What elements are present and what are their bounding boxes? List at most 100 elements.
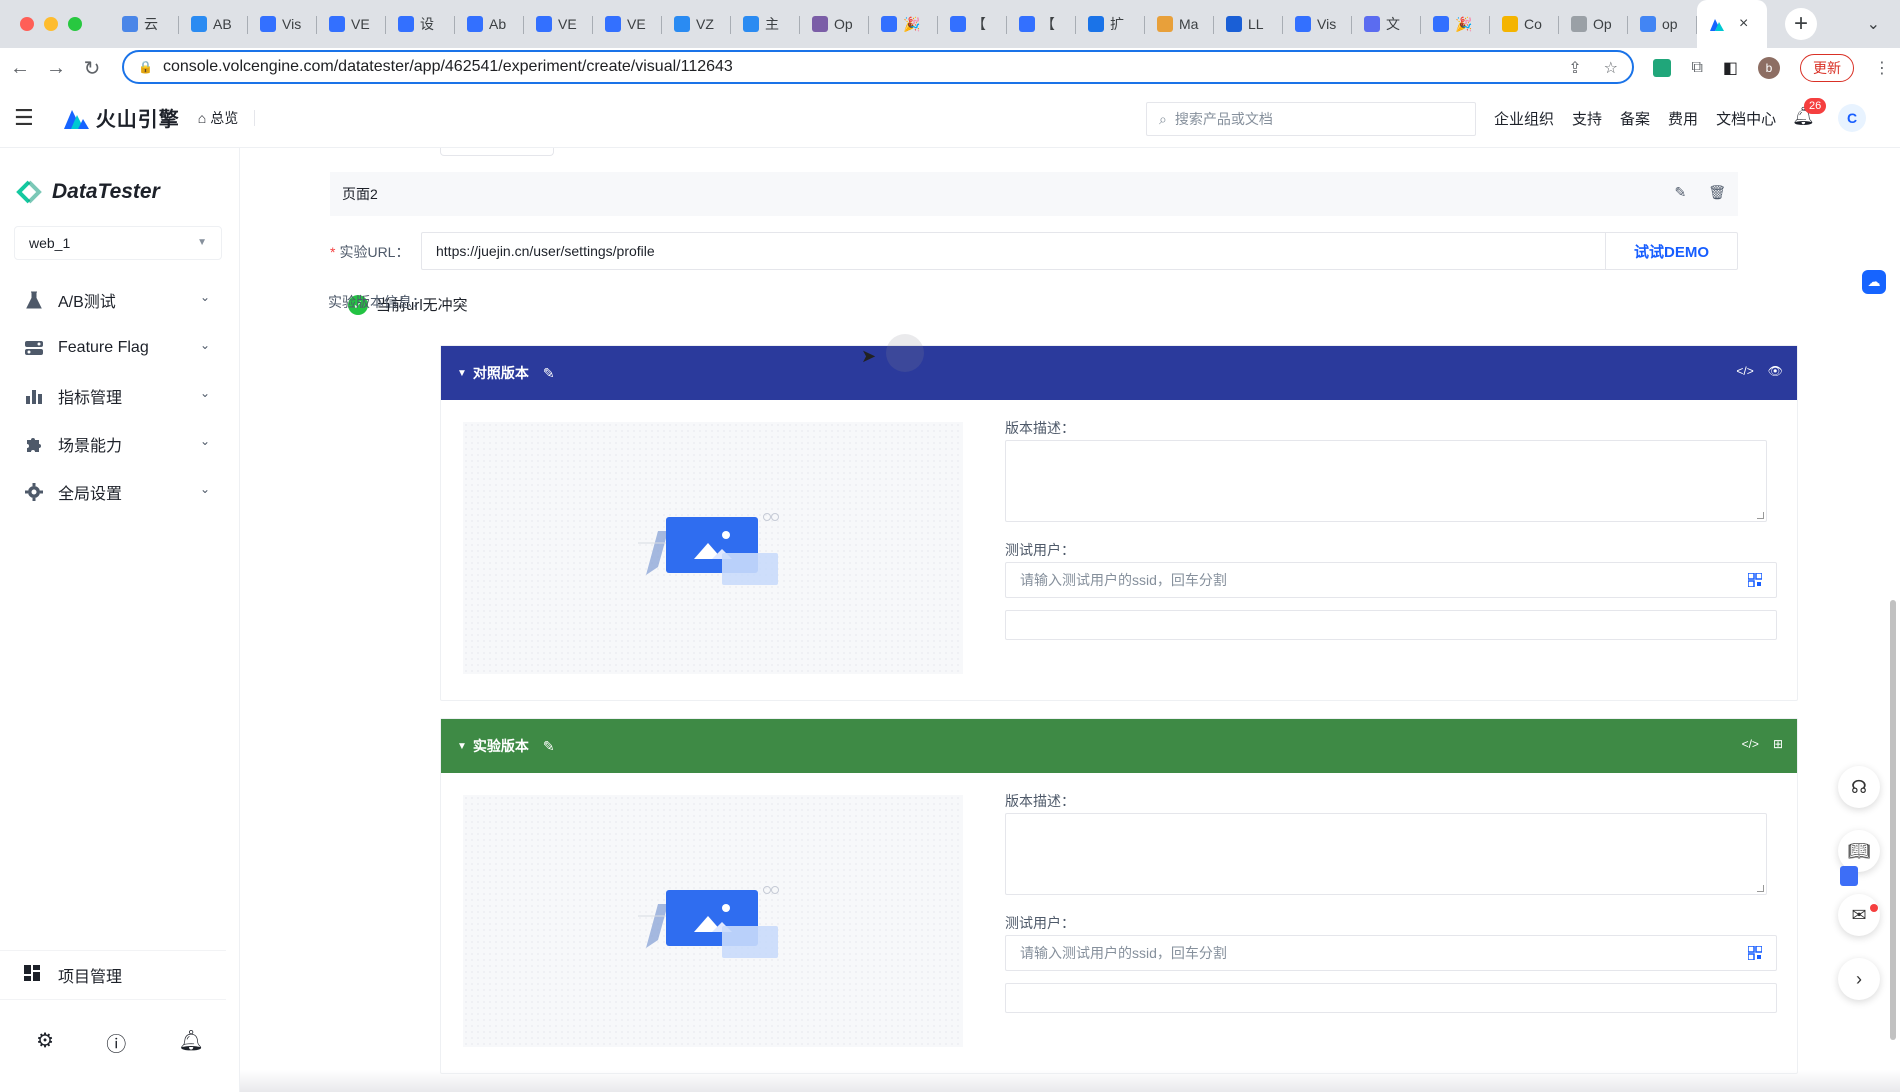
profile-avatar[interactable]: b <box>1758 57 1780 79</box>
browser-tab[interactable]: 云 <box>110 0 179 48</box>
browser-tab[interactable]: Op <box>1559 0 1628 48</box>
version-description-textarea[interactable] <box>1005 440 1767 522</box>
delete-trash-icon[interactable]: 🗑︎ <box>1708 184 1726 201</box>
new-tab-button[interactable]: + <box>1785 8 1817 40</box>
close-window-button[interactable] <box>20 17 34 31</box>
chevron-down-icon[interactable]: ⌄ <box>200 386 210 400</box>
datatester-logo[interactable]: DataTester <box>16 180 160 204</box>
bookmark-star-icon[interactable]: ☆ <box>1604 58 1618 78</box>
browser-tab[interactable]: 主 <box>731 0 800 48</box>
browser-tab[interactable]: 设 <box>386 0 455 48</box>
try-demo-button[interactable]: 试试DEMO <box>1605 233 1737 269</box>
notification-bell-icon[interactable]: 🔔︎ 26 <box>1792 98 1827 127</box>
expand-chevron-icon[interactable]: › <box>1838 958 1880 1000</box>
customer-service-icon[interactable]: ☊ <box>1838 766 1880 808</box>
user-avatar[interactable]: C <box>1838 104 1866 132</box>
minimize-window-button[interactable] <box>44 17 58 31</box>
browser-tab[interactable]: 扩 <box>1076 0 1145 48</box>
volcengine-logo[interactable]: 火山引擎 <box>62 103 180 132</box>
page-scrollbar[interactable] <box>1890 600 1896 1040</box>
tab-favicon-icon <box>1433 16 1449 32</box>
sidebar-item[interactable]: 指标管理 ⌄ <box>0 372 240 420</box>
qr-code-icon[interactable] <box>1748 946 1762 960</box>
sidebar-item[interactable]: A/B测试 ⌄ <box>0 276 240 324</box>
preview-eye-icon[interactable]: 👁︎ <box>1768 364 1783 378</box>
code-icon[interactable]: </> <box>1736 364 1753 378</box>
forward-icon[interactable]: → <box>38 57 74 80</box>
browser-tab[interactable]: 【 <box>1007 0 1076 48</box>
chevron-down-icon[interactable]: ⌄ <box>200 290 210 304</box>
bell-icon[interactable]: 🔔︎ <box>178 1028 203 1057</box>
edit-pencil-icon[interactable]: ✎ <box>1674 184 1686 201</box>
browser-tab[interactable]: Ab <box>455 0 524 48</box>
sidebar-item[interactable]: Feature Flag ⌄ <box>0 324 240 372</box>
sidebar-item[interactable]: 全局设置 ⌄ <box>0 468 240 516</box>
browser-tab[interactable]: Ma <box>1145 0 1214 48</box>
chevron-down-icon[interactable]: ⌄ <box>200 338 210 352</box>
help-icon[interactable]: ⓘ <box>106 1028 126 1057</box>
tab-favicon-icon <box>743 16 759 32</box>
side-panel-icon[interactable]: ◧ <box>1723 58 1738 78</box>
header-link[interactable]: 企业组织 <box>1494 108 1554 129</box>
lock-icon[interactable]: 🔒 <box>138 60 153 74</box>
tab-search-icon[interactable]: ⌄ <box>1867 14 1880 34</box>
hamburger-menu-icon[interactable]: ☰ <box>14 105 34 131</box>
browser-tab[interactable]: 🎉 <box>869 0 938 48</box>
edit-title-icon[interactable]: ✎ <box>543 738 555 755</box>
header-link[interactable]: 费用 <box>1668 108 1698 129</box>
edit-title-icon[interactable]: ✎ <box>543 365 555 382</box>
project-select[interactable]: web_1 ▼ <box>14 226 222 260</box>
header-link[interactable]: 文档中心 <box>1716 108 1776 129</box>
qr-code-icon[interactable]: ⊞ <box>1773 737 1783 751</box>
sidebar-item[interactable]: 场景能力 ⌄ <box>0 420 240 468</box>
reload-icon[interactable]: ↻ <box>74 56 110 81</box>
close-tab-icon[interactable]: × <box>1739 15 1748 33</box>
global-search-input[interactable]: ⌕ 搜索产品或文档 <box>1146 102 1476 136</box>
back-icon[interactable]: ← <box>2 57 38 80</box>
browser-tab[interactable]: Co <box>1490 0 1559 48</box>
update-button[interactable]: 更新 <box>1800 54 1854 82</box>
test-users-input[interactable]: 请输入测试用户的ssid，回车分割 <box>1005 562 1777 598</box>
browser-tab[interactable]: AB <box>179 0 248 48</box>
browser-tab[interactable]: 【 <box>938 0 1007 48</box>
header-link[interactable]: 支持 <box>1572 108 1602 129</box>
extension-icon[interactable] <box>1653 59 1672 77</box>
feedback-icon[interactable]: ✉ <box>1838 894 1880 936</box>
qr-code-icon[interactable] <box>1748 573 1762 587</box>
browser-tab[interactable]: VE <box>317 0 386 48</box>
test-users-tag-area[interactable] <box>1005 983 1777 1013</box>
test-users-tag-area[interactable] <box>1005 610 1777 640</box>
browser-tab[interactable]: op <box>1628 0 1697 48</box>
header-link[interactable]: 备案 <box>1620 108 1650 129</box>
browser-tab[interactable]: 文 <box>1352 0 1421 48</box>
browser-tab[interactable]: Vis <box>248 0 317 48</box>
browser-tab[interactable]: VE <box>524 0 593 48</box>
browser-tab-active[interactable]: × <box>1697 0 1767 48</box>
settings-gear-icon[interactable]: ⚙ <box>36 1028 54 1057</box>
chevron-down-icon[interactable]: ⌄ <box>200 482 210 496</box>
chevron-down-icon[interactable]: ⌄ <box>200 434 210 448</box>
assistant-icon[interactable]: ☁ <box>1862 270 1886 294</box>
version-description-textarea[interactable] <box>1005 813 1767 895</box>
browser-tab[interactable]: 🎉 <box>1421 0 1490 48</box>
browser-tab[interactable]: Op <box>800 0 869 48</box>
collapse-triangle-icon[interactable]: ▼ <box>457 368 467 379</box>
sidebar-item-project-management[interactable]: 项目管理 <box>0 950 226 1000</box>
code-icon[interactable]: </> <box>1742 737 1759 751</box>
variant-header[interactable]: ▼ 实验版本 ✎ </> ⊞ <box>441 719 1797 773</box>
maximize-window-button[interactable] <box>68 17 82 31</box>
browser-menu-icon[interactable]: ⋮ <box>1874 58 1890 78</box>
extensions-puzzle-icon[interactable]: ⧉ <box>1691 59 1702 77</box>
browser-tab[interactable]: VZ <box>662 0 731 48</box>
collapse-triangle-icon[interactable]: ▼ <box>457 741 467 752</box>
browser-tab[interactable]: LL <box>1214 0 1283 48</box>
document-icon[interactable] <box>1840 866 1858 886</box>
variant-header[interactable]: ▼ 对照版本 ✎ </> 👁︎ <box>441 346 1797 400</box>
experiment-url-input[interactable]: https://juejin.cn/user/settings/profile <box>422 233 1605 269</box>
browser-tab[interactable]: VE <box>593 0 662 48</box>
overview-link[interactable]: ⌂ 总览 <box>198 108 238 128</box>
browser-tab[interactable]: Vis <box>1283 0 1352 48</box>
share-icon[interactable]: ⇪ <box>1568 58 1581 78</box>
address-bar[interactable]: 🔒 console.volcengine.com/datatester/app/… <box>122 50 1634 84</box>
test-users-input[interactable]: 请输入测试用户的ssid，回车分割 <box>1005 935 1777 971</box>
